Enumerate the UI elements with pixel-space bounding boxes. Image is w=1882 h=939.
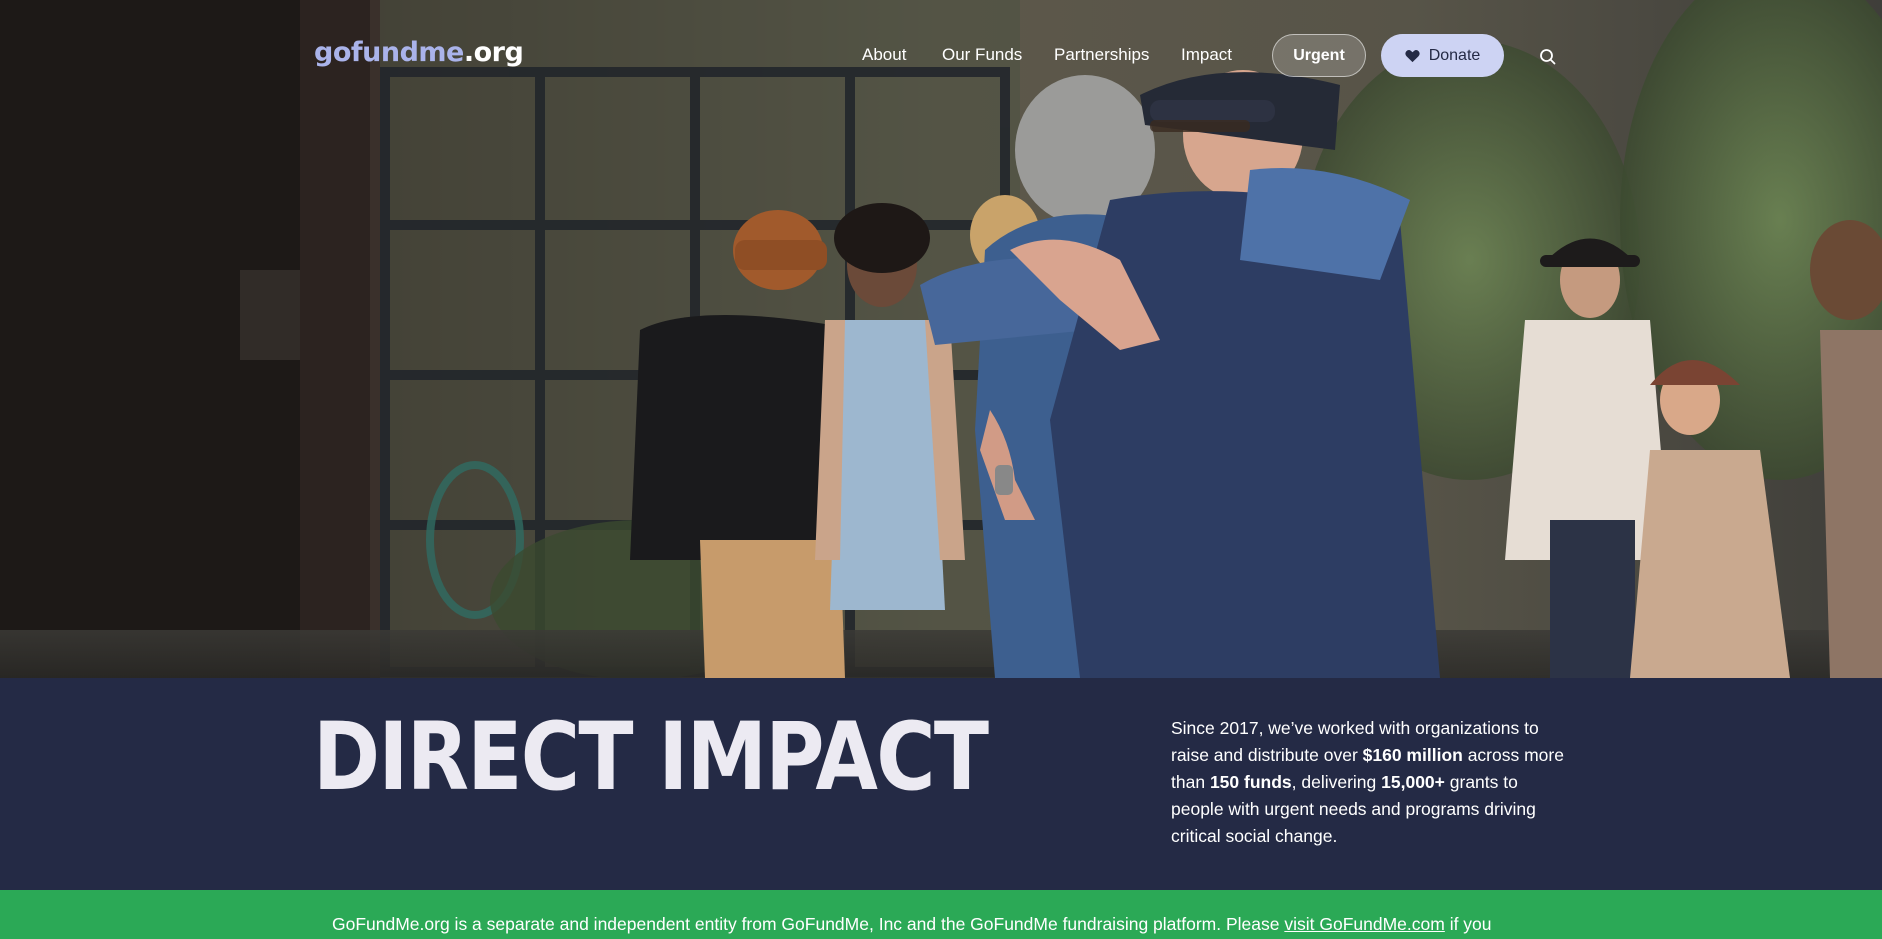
gofundme-org-logo[interactable]: gofundme.org xyxy=(314,37,524,73)
logo-suffix: .org xyxy=(463,37,524,68)
urgent-button[interactable]: Urgent xyxy=(1272,34,1366,77)
nav-link-partnerships[interactable]: Partnerships xyxy=(1054,45,1149,67)
blurb-funds: 150 funds xyxy=(1209,772,1292,792)
visit-gofundme-link[interactable]: visit GoFundMe.com xyxy=(1284,914,1444,934)
disclaimer-text-before: GoFundMe.org is a separate and independe… xyxy=(332,914,1285,934)
disclaimer-text: GoFundMe.org is a separate and independe… xyxy=(332,914,1492,935)
impact-heading: DIRECT IMPACT xyxy=(313,703,989,812)
blurb-amount: $160 million xyxy=(1362,745,1463,765)
nav-link-about[interactable]: About xyxy=(862,45,906,67)
donate-button-label: Donate xyxy=(1428,46,1481,64)
blurb-text-3: , delivering xyxy=(1291,772,1382,792)
hero-image: gofundme.org About Our Funds Partnership… xyxy=(0,0,1882,678)
impact-description: Since 2017, we’ve worked with organizati… xyxy=(1171,715,1566,850)
logo-wordmark: gofundme xyxy=(314,37,464,68)
urgent-button-label: Urgent xyxy=(1293,46,1345,64)
nav-link-impact[interactable]: Impact xyxy=(1181,45,1232,67)
disclaimer-banner: GoFundMe.org is a separate and independe… xyxy=(0,890,1882,939)
donate-button[interactable]: Donate xyxy=(1381,34,1504,77)
search-icon[interactable] xyxy=(1538,47,1558,67)
disclaimer-text-after: if you xyxy=(1444,914,1492,934)
heart-icon xyxy=(1405,49,1420,62)
blurb-grants: 15,000+ xyxy=(1381,772,1445,792)
hero-photo-illustration xyxy=(0,0,1882,678)
nav-link-our-funds[interactable]: Our Funds xyxy=(942,45,1022,67)
